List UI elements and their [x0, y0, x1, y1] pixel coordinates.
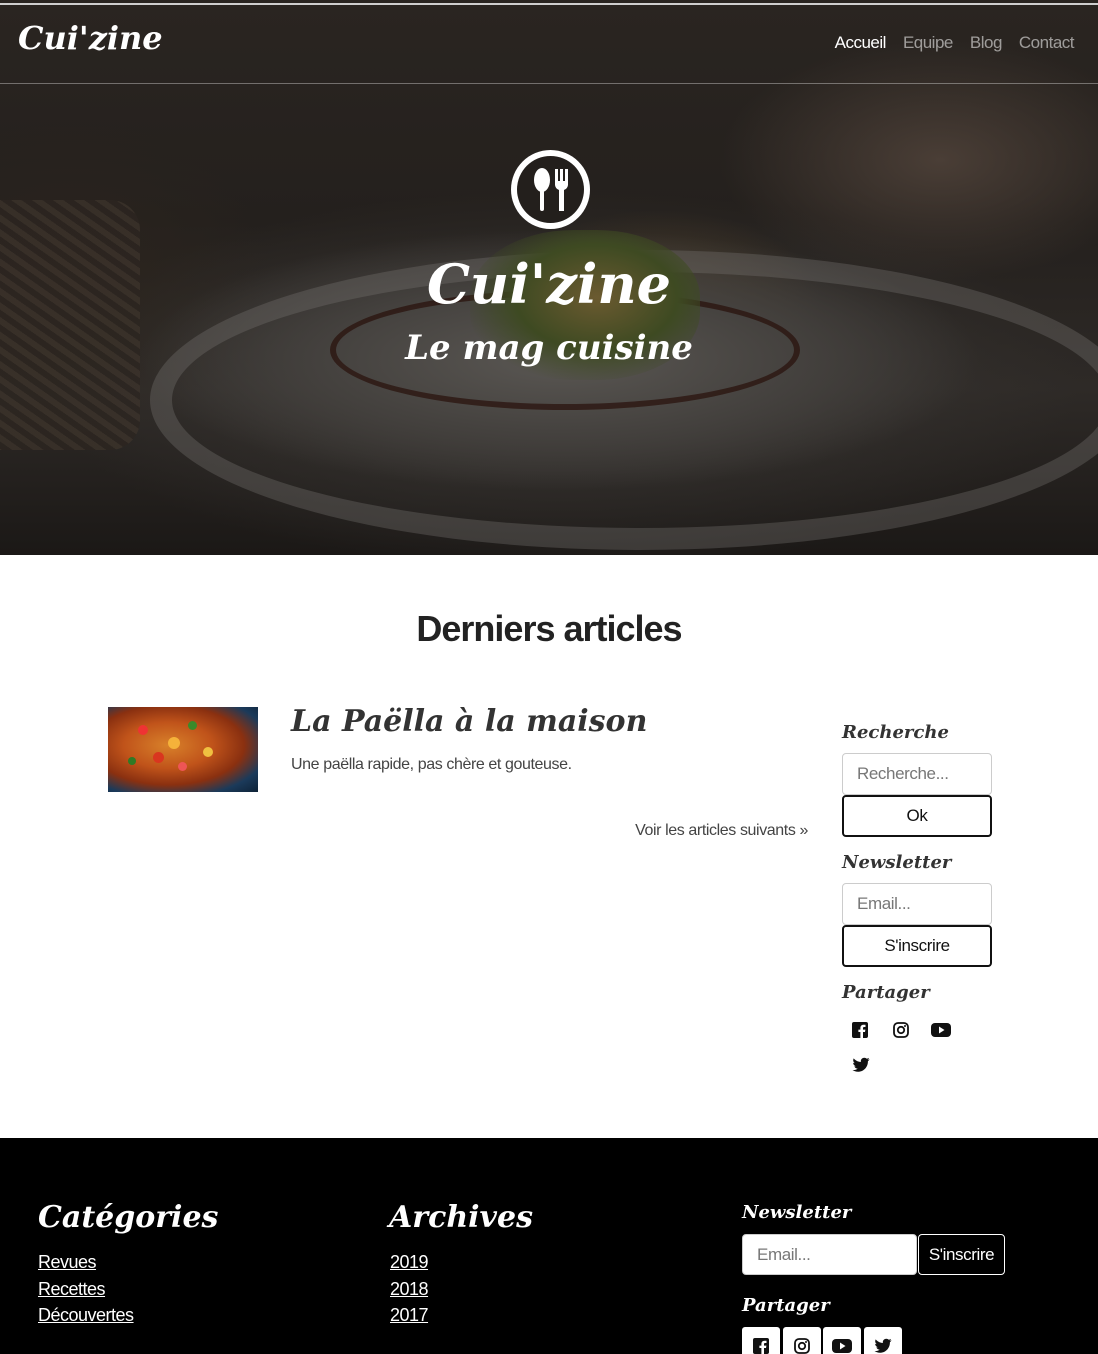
sidebar-search-button[interactable]: Ok	[842, 795, 992, 837]
sidebar-search-input[interactable]: Recherche...	[842, 753, 992, 795]
youtube-icon[interactable]	[930, 1019, 952, 1041]
footer-link-decouvertes[interactable]: Découvertes	[38, 1305, 134, 1326]
footer-email-input[interactable]: Email...	[742, 1234, 917, 1275]
nav-links: Accueil Equipe Blog Contact	[835, 33, 1075, 53]
footer: Catégories Revues Recettes Découvertes A…	[0, 1138, 1098, 1354]
nav-link-contact[interactable]: Contact	[1019, 33, 1075, 53]
footer-newsletter-heading: Newsletter	[742, 1202, 852, 1223]
navbar: Cui'zine Accueil Equipe Blog Contact	[0, 5, 1098, 84]
footer-link-2017[interactable]: 2017	[390, 1305, 429, 1326]
nav-link-equipe[interactable]: Equipe	[903, 33, 953, 53]
sidebar-email-input[interactable]: Email...	[842, 883, 992, 925]
hero-banner: Cui'zine Accueil Equipe Blog Contact Cui…	[0, 0, 1098, 555]
instagram-icon[interactable]	[783, 1327, 821, 1354]
footer-share-heading: Partager	[742, 1295, 830, 1316]
hero-background-basket	[0, 200, 140, 450]
footer-subscribe-button[interactable]: S'inscrire	[918, 1234, 1005, 1275]
twitter-icon[interactable]	[850, 1054, 872, 1076]
footer-link-revues[interactable]: Revues	[38, 1252, 97, 1273]
instagram-icon[interactable]	[890, 1019, 912, 1041]
sidebar-search-heading: Recherche	[842, 722, 949, 743]
footer-link-2018[interactable]: 2018	[390, 1279, 429, 1300]
twitter-icon[interactable]	[864, 1327, 902, 1354]
spoon-fork-icon	[511, 150, 590, 229]
footer-categories-heading: Catégories	[38, 1200, 219, 1235]
nav-link-accueil[interactable]: Accueil	[835, 33, 887, 53]
facebook-icon[interactable]	[849, 1019, 871, 1041]
hero-title: Cui'zine	[426, 252, 672, 316]
next-articles-link[interactable]: Voir les articles suivants »	[635, 822, 808, 840]
sidebar-newsletter-heading: Newsletter	[842, 852, 952, 873]
sidebar-share-heading: Partager	[842, 982, 930, 1003]
footer-link-2019[interactable]: 2019	[390, 1252, 429, 1273]
paella-image[interactable]	[108, 707, 258, 792]
footer-link-recettes[interactable]: Recettes	[38, 1279, 106, 1300]
sidebar-subscribe-button[interactable]: S'inscrire	[842, 925, 992, 967]
brand-logo[interactable]: Cui'zine	[18, 19, 163, 57]
hero-subtitle: Le mag cuisine	[405, 328, 693, 368]
youtube-icon[interactable]	[823, 1327, 861, 1354]
article-title[interactable]: La Paëlla à la maison	[291, 704, 647, 739]
article-description: Une paëlla rapide, pas chère et gouteuse…	[291, 756, 572, 773]
nav-link-blog[interactable]: Blog	[970, 33, 1003, 53]
section-title: Derniers articles	[416, 608, 682, 649]
facebook-icon[interactable]	[742, 1327, 780, 1354]
footer-archives-heading: Archives	[389, 1200, 533, 1235]
